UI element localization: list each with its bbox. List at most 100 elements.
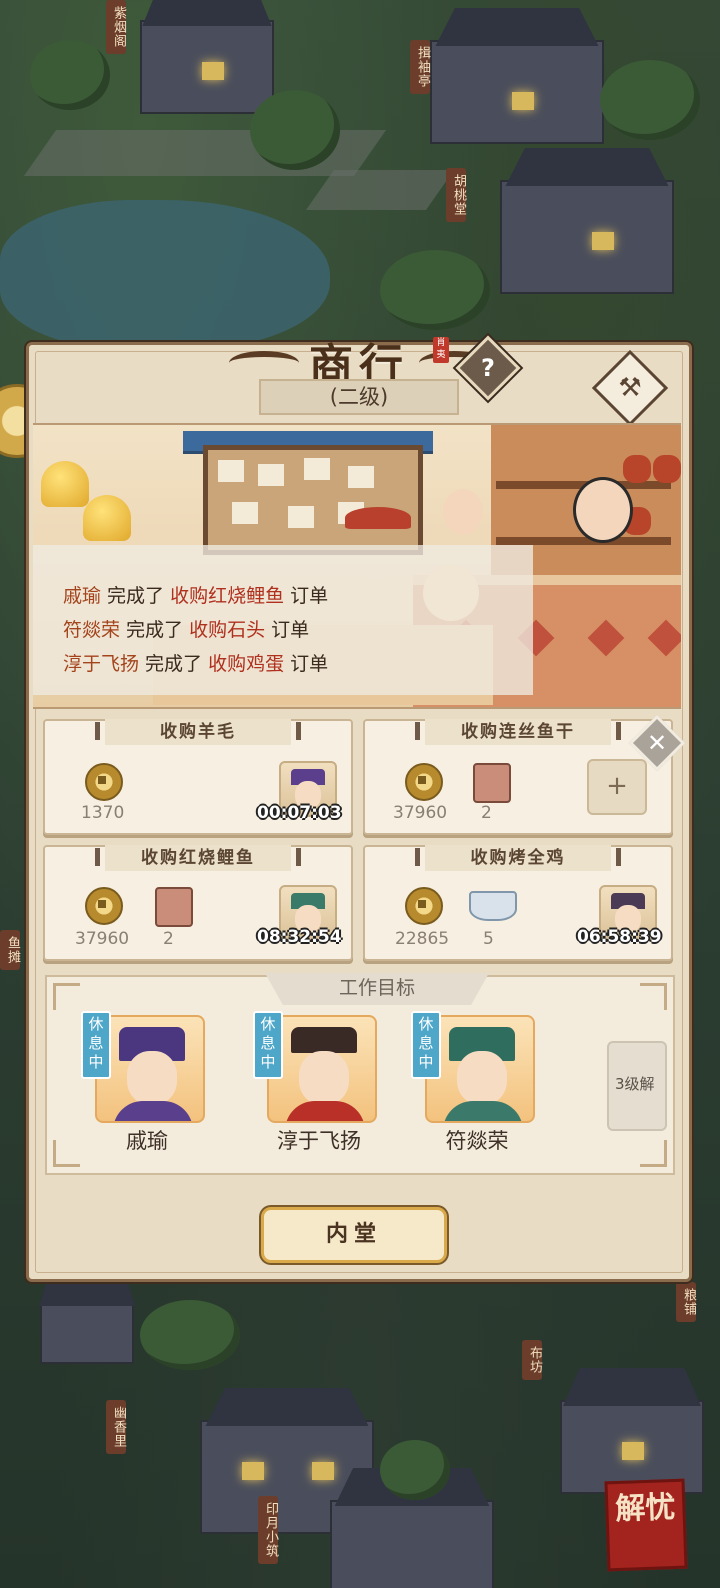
jar-icon	[653, 455, 681, 483]
notice-board	[203, 445, 423, 555]
locked-slot[interactable]: 3级解	[607, 1041, 667, 1131]
work-title: 工作目标	[265, 973, 489, 1005]
log-tail: 订单	[284, 653, 329, 675]
order-timer: 00:07:03	[257, 803, 342, 823]
log-verb: 完成了	[120, 619, 190, 641]
customer-hat	[345, 507, 411, 529]
order-timer: 06:58:39	[577, 927, 662, 947]
inner-hall-button[interactable]: 内堂	[261, 1207, 447, 1263]
building[interactable]	[430, 8, 604, 144]
worker-name: 符燚荣	[445, 1129, 509, 1153]
resting-badge: 休息中	[81, 1011, 111, 1079]
order-card[interactable]: 收购连丝鱼干 37960 2 +	[363, 719, 673, 835]
building[interactable]	[140, 0, 274, 114]
corner-ornament	[53, 983, 80, 1010]
trading-house-panel: 商行 肖夷 ? ⚒ (二级) 戚瑜 完成了 收购红烧鲤鱼 订单 符燚荣 完成了 …	[26, 335, 692, 1282]
building[interactable]	[330, 1468, 494, 1588]
worker-portrait	[425, 1015, 535, 1123]
log-tail: 订单	[265, 619, 310, 641]
building[interactable]	[500, 148, 674, 294]
building[interactable]	[39, 1268, 135, 1364]
worker-portrait	[95, 1015, 205, 1123]
log-name: 戚瑜	[63, 585, 102, 607]
log-order: 收购石头	[189, 619, 266, 641]
item-count: 2	[481, 803, 492, 823]
map-sign[interactable]: 紫烟阁	[106, 0, 126, 54]
map-sign[interactable]: 鱼摊	[0, 930, 20, 970]
map-sign[interactable]: 揖袖亭	[410, 40, 430, 94]
jar-icon	[623, 455, 651, 483]
order-title: 收购羊毛	[95, 719, 301, 745]
shopkeeper	[573, 477, 633, 543]
log-name: 符燚荣	[63, 619, 121, 641]
log-entry: 符燚荣 完成了 收购石头 订单	[63, 615, 309, 642]
stone-path	[305, 170, 455, 210]
coin-icon	[85, 887, 123, 925]
map-sign[interactable]: 印月小筑	[258, 1496, 278, 1564]
resting-badge: 休息中	[411, 1011, 441, 1079]
assign-worker-button[interactable]: +	[587, 759, 647, 815]
log-name: 淳于飞扬	[63, 653, 140, 675]
corner-ornament	[640, 983, 667, 1010]
title-swirl-left-icon	[229, 351, 299, 375]
worker-name: 戚瑜	[126, 1129, 168, 1153]
close-icon: ✕	[646, 729, 668, 757]
map-sign[interactable]: 胡桃堂	[446, 168, 466, 222]
title-stamp: 肖夷	[433, 337, 449, 363]
corner-ornament	[640, 1140, 667, 1167]
level-label: (二级)	[259, 379, 459, 415]
worker-slot[interactable]: 休息中 淳于飞扬	[253, 1011, 377, 1153]
item-count: 2	[163, 929, 174, 949]
silver-ingot-icon	[469, 891, 517, 921]
corner-ornament	[53, 1140, 80, 1167]
log-entry: 淳于飞扬 完成了 收购鸡蛋 订单	[63, 649, 328, 676]
log-verb: 完成了	[101, 585, 171, 607]
coin-amount: 37960	[393, 803, 448, 823]
locked-label: 3级解	[615, 1075, 655, 1093]
dried-fish-icon	[473, 763, 511, 803]
order-title: 收购红烧鲤鱼	[95, 845, 301, 871]
tree	[140, 1300, 240, 1370]
log-order: 收购鸡蛋	[208, 653, 285, 675]
order-card[interactable]: 收购羊毛 1370 00:07:03	[43, 719, 353, 835]
order-timer: 08:32:54	[257, 927, 342, 947]
activity-log: 戚瑜 完成了 收购红烧鲤鱼 订单 符燚荣 完成了 收购石头 订单 淳于飞扬 完成…	[33, 545, 533, 695]
worker-name: 淳于飞扬	[277, 1129, 361, 1153]
coin-amount: 22865	[395, 929, 450, 949]
worker-slot[interactable]: 休息中 戚瑜	[81, 1011, 205, 1153]
coin-icon	[405, 763, 443, 801]
map-sign[interactable]: 粮铺	[676, 1282, 696, 1322]
tree	[250, 90, 340, 170]
map-sign[interactable]: 幽香里	[106, 1400, 126, 1454]
order-card[interactable]: 收购烤全鸡 22865 5 06:58:39	[363, 845, 673, 961]
worker-slot[interactable]: 休息中 符燚荣	[411, 1011, 535, 1153]
tree	[30, 40, 110, 110]
order-card[interactable]: 收购红烧鲤鱼 37960 2 08:32:54	[43, 845, 353, 961]
order-title: 收购连丝鱼干	[415, 719, 621, 745]
item-count: 5	[483, 929, 494, 949]
log-tail: 订单	[284, 585, 329, 607]
tree	[380, 250, 490, 330]
bell-icon	[83, 495, 131, 541]
braised-carp-icon	[155, 887, 193, 927]
question-icon: ?	[481, 354, 495, 382]
resting-badge: 休息中	[253, 1011, 283, 1079]
work-targets: 工作目标 休息中 戚瑜 休息中 淳于飞扬 休息中 符燚荣 3级解	[45, 973, 675, 1175]
tree	[600, 60, 700, 140]
coin-icon	[405, 887, 443, 925]
log-verb: 完成了	[139, 653, 209, 675]
tree	[380, 1440, 450, 1500]
shelf	[496, 537, 671, 545]
coin-amount: 37960	[75, 929, 130, 949]
clerk	[443, 489, 483, 535]
order-title: 收购烤全鸡	[415, 845, 621, 871]
coin-icon	[85, 763, 123, 801]
bell-icon	[41, 461, 89, 507]
log-entry: 戚瑜 完成了 收购红烧鲤鱼 订单	[63, 581, 328, 608]
map-sign[interactable]: 布坊	[522, 1340, 542, 1380]
worker-portrait	[267, 1015, 377, 1123]
jieyou-stamp-button[interactable]: 解忧	[604, 1478, 688, 1572]
coin-amount: 1370	[81, 803, 125, 823]
log-order: 收购红烧鲤鱼	[170, 585, 285, 607]
hammer-icon: ⚒	[618, 373, 642, 403]
